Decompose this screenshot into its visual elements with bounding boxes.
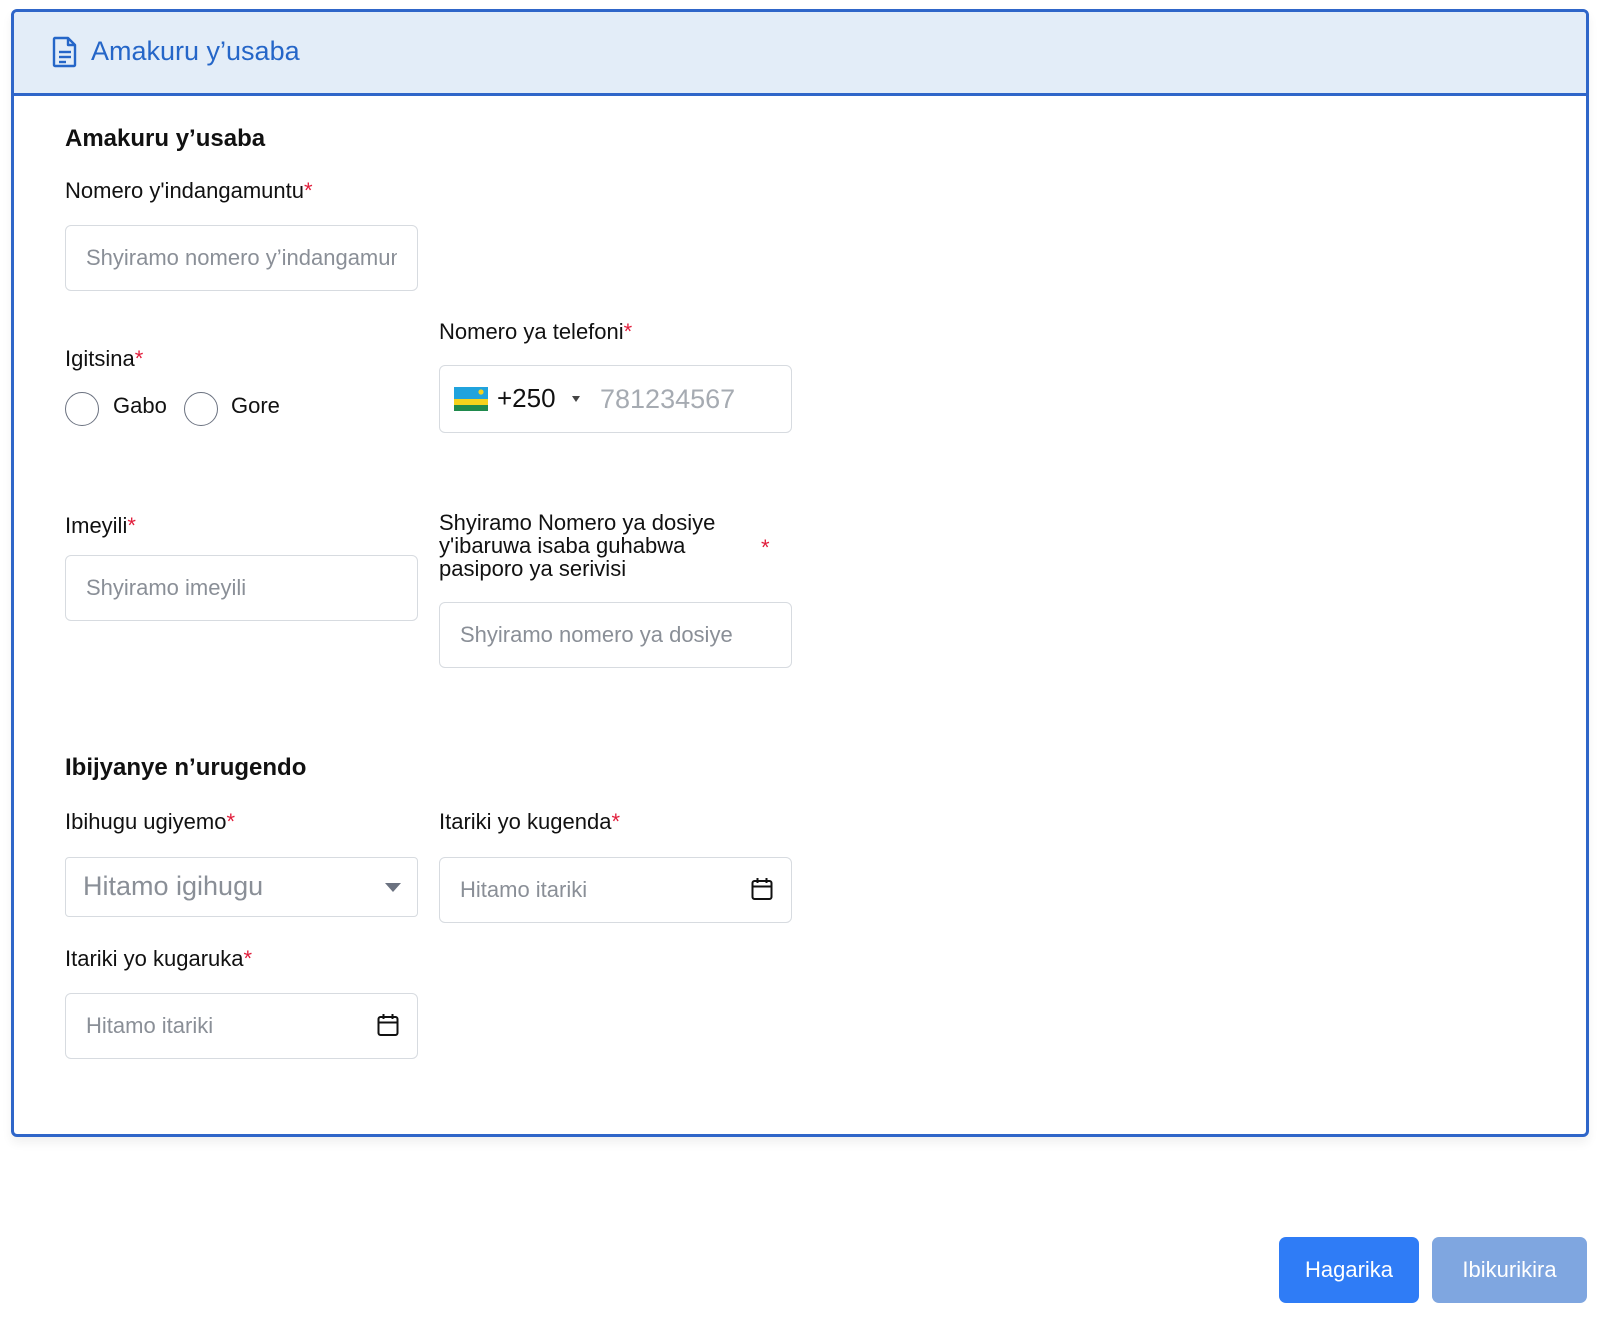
required-mark: * bbox=[243, 946, 253, 971]
departure-date-label: Itariki yo kugenda* bbox=[439, 809, 620, 834]
rwanda-flag-icon[interactable] bbox=[454, 387, 488, 411]
countries-label: Ibihugu ugiyemo* bbox=[65, 809, 236, 834]
document-icon bbox=[52, 36, 77, 68]
phone-field: +250 bbox=[439, 365, 792, 433]
required-mark: * bbox=[134, 346, 144, 371]
email-input[interactable] bbox=[65, 555, 418, 621]
file-number-label: Shyiramo Nomero ya dosiye y'ibaruwa isab… bbox=[439, 510, 716, 581]
required-mark: * bbox=[761, 535, 770, 560]
id-number-input[interactable] bbox=[65, 225, 418, 291]
calendar-icon[interactable] bbox=[751, 877, 773, 901]
required-mark: * bbox=[623, 319, 633, 344]
applicant-section-title: Amakuru y’usaba bbox=[65, 125, 266, 152]
gender-male-radio[interactable] bbox=[65, 392, 99, 426]
return-date-input[interactable] bbox=[65, 993, 418, 1059]
phone-label: Nomero ya telefoni* bbox=[439, 319, 633, 344]
gender-label: Igitsina* bbox=[65, 346, 144, 371]
file-number-input[interactable] bbox=[439, 602, 792, 668]
travel-section-title: Ibijyanye n’urugendo bbox=[65, 754, 307, 781]
gender-female-label[interactable]: Gore bbox=[231, 393, 280, 419]
applicant-form-card: Amakuru y’usaba Amakuru y’usaba Nomero y… bbox=[11, 9, 1589, 1137]
email-label: Imeyili* bbox=[65, 513, 136, 538]
required-mark: * bbox=[611, 809, 620, 834]
return-date-label: Itariki yo kugaruka* bbox=[65, 946, 253, 971]
required-mark: * bbox=[226, 809, 236, 834]
dial-code[interactable]: +250 bbox=[497, 383, 556, 414]
departure-date-input[interactable] bbox=[439, 857, 792, 923]
calendar-icon[interactable] bbox=[377, 1013, 399, 1037]
gender-female-radio[interactable] bbox=[184, 392, 218, 426]
chevron-down-icon[interactable] bbox=[572, 396, 580, 402]
required-mark: * bbox=[304, 178, 313, 203]
gender-male-label[interactable]: Gabo bbox=[113, 393, 167, 419]
id-number-label: Nomero y'indangamuntu* bbox=[65, 178, 313, 203]
header-title: Amakuru y’usaba bbox=[91, 36, 300, 66]
card-header: Amakuru y’usaba bbox=[14, 12, 1586, 96]
countries-select-placeholder: Hitamo igihugu bbox=[83, 871, 264, 901]
required-mark: * bbox=[127, 513, 136, 538]
next-button[interactable]: Ibikurikira bbox=[1432, 1237, 1587, 1303]
caret-down-icon bbox=[385, 883, 401, 892]
cancel-button[interactable]: Hagarika bbox=[1279, 1237, 1419, 1303]
countries-select[interactable]: Hitamo igihugu bbox=[65, 857, 418, 917]
phone-input[interactable] bbox=[598, 376, 778, 422]
